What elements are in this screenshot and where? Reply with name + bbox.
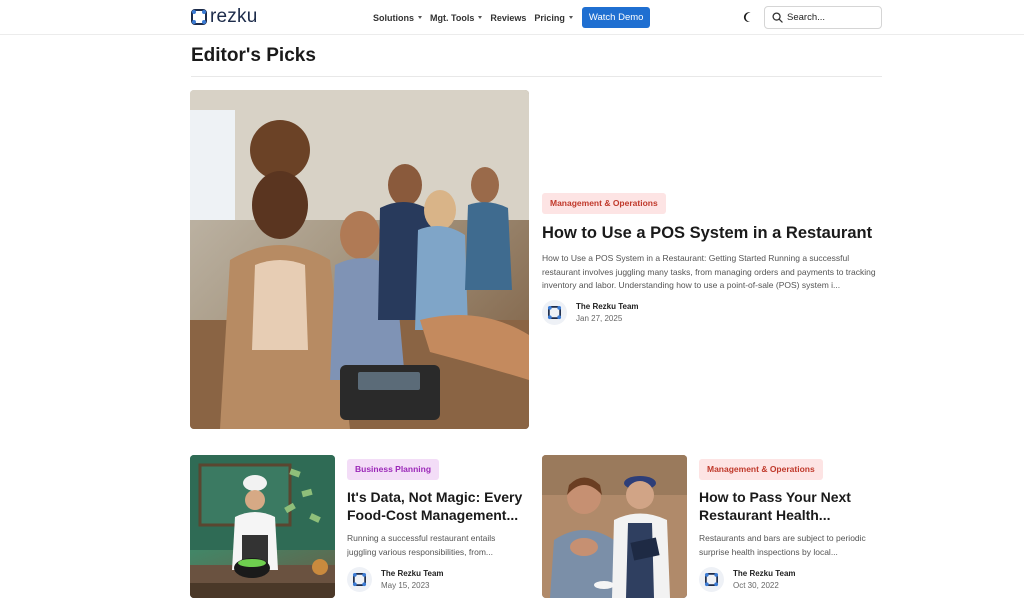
rezku-logo-icon [704,572,719,587]
avatar [347,567,372,592]
article-author: The Rezku Team Oct 30, 2022 [699,567,796,592]
article-image-health-inspection[interactable] [542,455,687,598]
page-title: Editor's Picks [191,45,316,66]
search-box[interactable] [764,6,882,29]
category-badge[interactable]: Management & Operations [542,193,666,214]
category-badge[interactable]: Business Planning [347,459,440,480]
category-badge[interactable]: Management & Operations [699,459,823,480]
rezku-logo-icon [547,305,562,320]
watch-demo-button[interactable]: Watch Demo [581,7,651,28]
nav-item-label: Solutions [373,12,414,23]
nav-item-mgt-tools[interactable]: Mgt. Tools [430,12,483,23]
publish-date: Oct 30, 2022 [733,580,779,590]
article-excerpt: Running a successful restaurant entails … [347,533,496,557]
main-nav: Solutions Mgt. Tools Reviews Pricing Wat… [373,7,651,28]
author-name: The Rezku Team [733,568,796,578]
chef-chalkboard-illustration [190,455,335,598]
site-header: rezku Solutions Mgt. Tools Reviews Prici… [0,0,1024,35]
avatar [699,567,724,592]
health-inspector-illustration [542,455,687,598]
article-title[interactable]: It's Data, Not Magic: Every Food-Cost Ma… [347,489,529,524]
nav-item-label: Mgt. Tools [430,12,475,23]
nav-item-solutions[interactable]: Solutions [373,13,422,23]
nav-item-reviews[interactable]: Reviews [490,13,526,23]
article-image-food-cost[interactable] [190,455,335,598]
article-author: The Rezku Team May 15, 2023 [347,567,444,592]
featured-article-image[interactable] [190,90,529,429]
article-title[interactable]: How to Pass Your Next Restaurant Health.… [699,489,881,524]
featured-article-excerpt: How to Use a POS System in a Restaurant:… [542,253,876,290]
chevron-down-icon [568,16,573,19]
search-input[interactable] [787,12,877,23]
pos-payment-illustration [190,90,529,429]
author-name: The Rezku Team [381,568,444,578]
section-divider [191,76,882,77]
chevron-down-icon [478,16,483,19]
avatar [542,300,567,325]
nav-item-pricing[interactable]: Pricing [534,13,573,23]
featured-article-title[interactable]: How to Use a POS System in a Restaurant [542,223,887,243]
publish-date: Jan 27, 2025 [576,313,623,323]
publish-date: May 15, 2023 [381,580,430,590]
brand-name: rezku [210,6,258,27]
rezku-logo-icon [191,9,207,25]
chevron-down-icon [418,16,422,19]
featured-author: The Rezku Team Jan 27, 2025 [542,300,639,325]
moon-icon[interactable] [742,11,755,24]
search-icon [772,12,783,23]
brand-logo[interactable]: rezku [191,7,257,27]
nav-item-label: Reviews [490,12,527,23]
author-name: The Rezku Team [576,301,639,311]
rezku-logo-icon [352,572,367,587]
nav-item-label: Pricing [534,12,565,23]
article-excerpt: Restaurants and bars are subject to peri… [699,533,866,557]
